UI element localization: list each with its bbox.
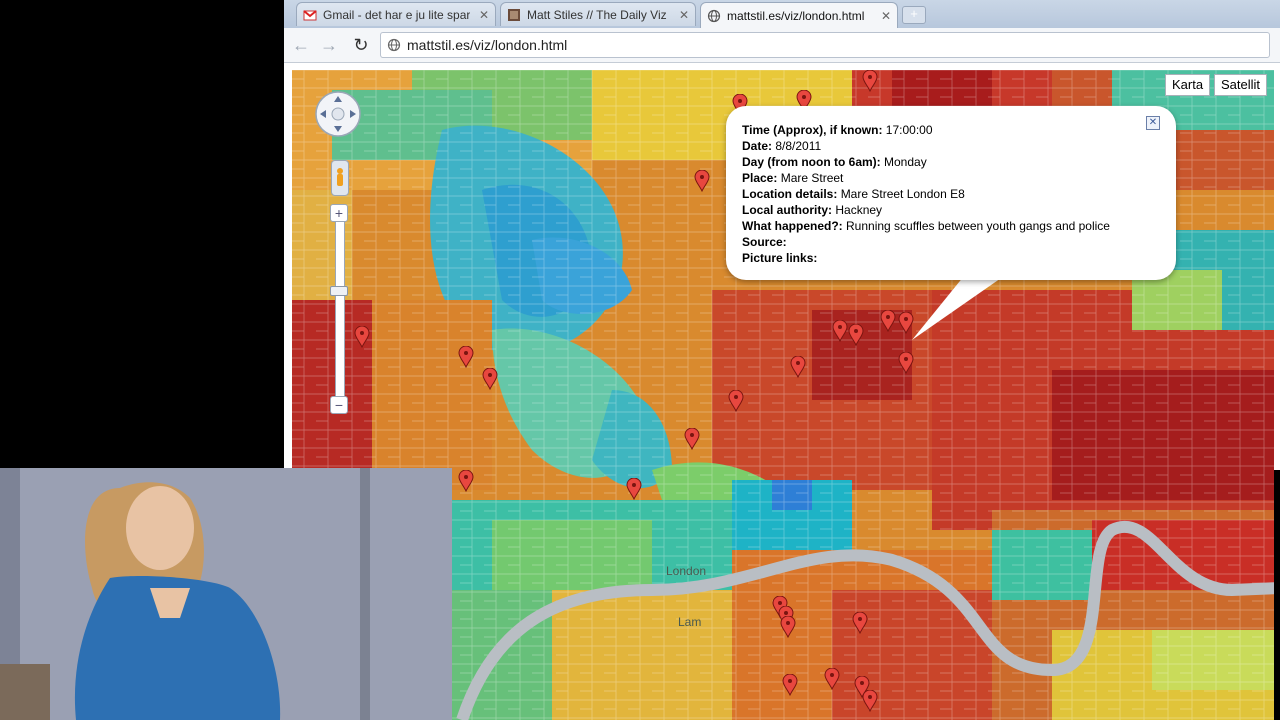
tab-title: mattstil.es/viz/london.html bbox=[727, 8, 865, 23]
forward-arrow-icon[interactable]: → bbox=[318, 34, 340, 56]
map-marker[interactable] bbox=[626, 478, 642, 500]
detail-row-day: Day (from noon to 6am): Monday bbox=[742, 155, 927, 169]
zoom-slider-track[interactable] bbox=[335, 222, 345, 396]
place-label-lam: Lam bbox=[678, 615, 701, 629]
presenter-video bbox=[0, 468, 452, 720]
map-marker[interactable] bbox=[862, 70, 878, 92]
pan-control[interactable] bbox=[314, 90, 362, 138]
blog-icon bbox=[508, 8, 520, 21]
tab-title: Matt Stiles // The Daily Viz bbox=[527, 7, 667, 22]
detail-row-picture-links: Picture links: bbox=[742, 251, 818, 265]
close-icon[interactable]: ✕ bbox=[875, 9, 891, 23]
close-icon[interactable]: ✕ bbox=[1146, 116, 1160, 130]
detail-row-authority: Local authority: Hackney bbox=[742, 203, 883, 217]
detail-row-location: Location details: Mare Street London E8 bbox=[742, 187, 965, 201]
map-marker[interactable] bbox=[684, 428, 700, 450]
map-marker[interactable] bbox=[482, 368, 498, 390]
map-marker[interactable] bbox=[458, 470, 474, 492]
close-icon[interactable]: ✕ bbox=[473, 8, 489, 22]
zoom-in-button[interactable]: + bbox=[330, 204, 348, 222]
tab-london-map[interactable]: mattstil.es/viz/london.html ✕ bbox=[700, 2, 898, 28]
map-marker[interactable] bbox=[782, 674, 798, 696]
map-marker[interactable] bbox=[694, 170, 710, 192]
reload-icon[interactable]: ↻ bbox=[350, 34, 372, 56]
presenter-image bbox=[0, 468, 452, 720]
screen: Gmail - det har e ju lite spar ✕ Matt St… bbox=[0, 0, 1280, 720]
map-marker[interactable] bbox=[458, 346, 474, 368]
gmail-icon bbox=[303, 9, 317, 20]
map-marker[interactable] bbox=[728, 390, 744, 412]
place-label-london: London bbox=[666, 564, 706, 578]
tab-title: Gmail - det har e ju lite spar bbox=[323, 7, 471, 22]
detail-row-date: Date: 8/8/2011 bbox=[742, 139, 822, 153]
globe-icon bbox=[707, 9, 721, 22]
map-marker[interactable] bbox=[898, 352, 914, 374]
map-type-karta-button[interactable]: Karta bbox=[1165, 74, 1211, 96]
map-marker[interactable] bbox=[862, 690, 878, 712]
detail-row-what-happened: What happened?: Running scuffles between… bbox=[742, 219, 1110, 233]
map-marker[interactable] bbox=[880, 310, 896, 332]
map-marker[interactable] bbox=[780, 616, 796, 638]
map-marker[interactable] bbox=[824, 668, 840, 690]
tab-gmail[interactable]: Gmail - det har e ju lite spar ✕ bbox=[296, 2, 496, 26]
detail-row-place: Place: Mare Street bbox=[742, 171, 844, 185]
address-bar[interactable]: mattstil.es/viz/london.html bbox=[380, 32, 1270, 58]
zoom-out-button[interactable]: − bbox=[330, 396, 348, 414]
tab-daily-viz[interactable]: Matt Stiles // The Daily Viz ✕ bbox=[500, 2, 696, 26]
map-marker[interactable] bbox=[790, 356, 806, 378]
map-marker[interactable] bbox=[848, 324, 864, 346]
info-window: ✕ Time (Approx), if known: 17:00:00 Date… bbox=[726, 106, 1176, 280]
detail-row-time: Time (Approx), if known: 17:00:00 bbox=[742, 123, 933, 137]
back-arrow-icon[interactable]: ← bbox=[290, 34, 312, 56]
map-marker[interactable] bbox=[832, 320, 848, 342]
street-view-pegman-icon[interactable] bbox=[331, 160, 349, 196]
map-marker[interactable] bbox=[852, 612, 868, 634]
new-tab-button[interactable]: + bbox=[902, 6, 926, 24]
incident-details: Time (Approx), if known: 17:00:00 Date: … bbox=[742, 122, 1110, 266]
map-marker[interactable] bbox=[354, 326, 370, 348]
url-text: mattstil.es/viz/london.html bbox=[407, 37, 568, 53]
map-type-satellite-button[interactable]: Satellit bbox=[1214, 74, 1268, 96]
zoom-slider-handle[interactable] bbox=[330, 286, 348, 296]
close-icon[interactable]: ✕ bbox=[673, 8, 689, 22]
page-icon bbox=[387, 38, 401, 52]
info-window-pointer bbox=[912, 276, 1004, 340]
detail-row-source: Source: bbox=[742, 235, 787, 249]
tab-strip: Gmail - det har e ju lite spar ✕ Matt St… bbox=[284, 0, 1280, 28]
browser-toolbar: ← → ↻ mattstil.es/viz/london.html bbox=[284, 28, 1280, 63]
